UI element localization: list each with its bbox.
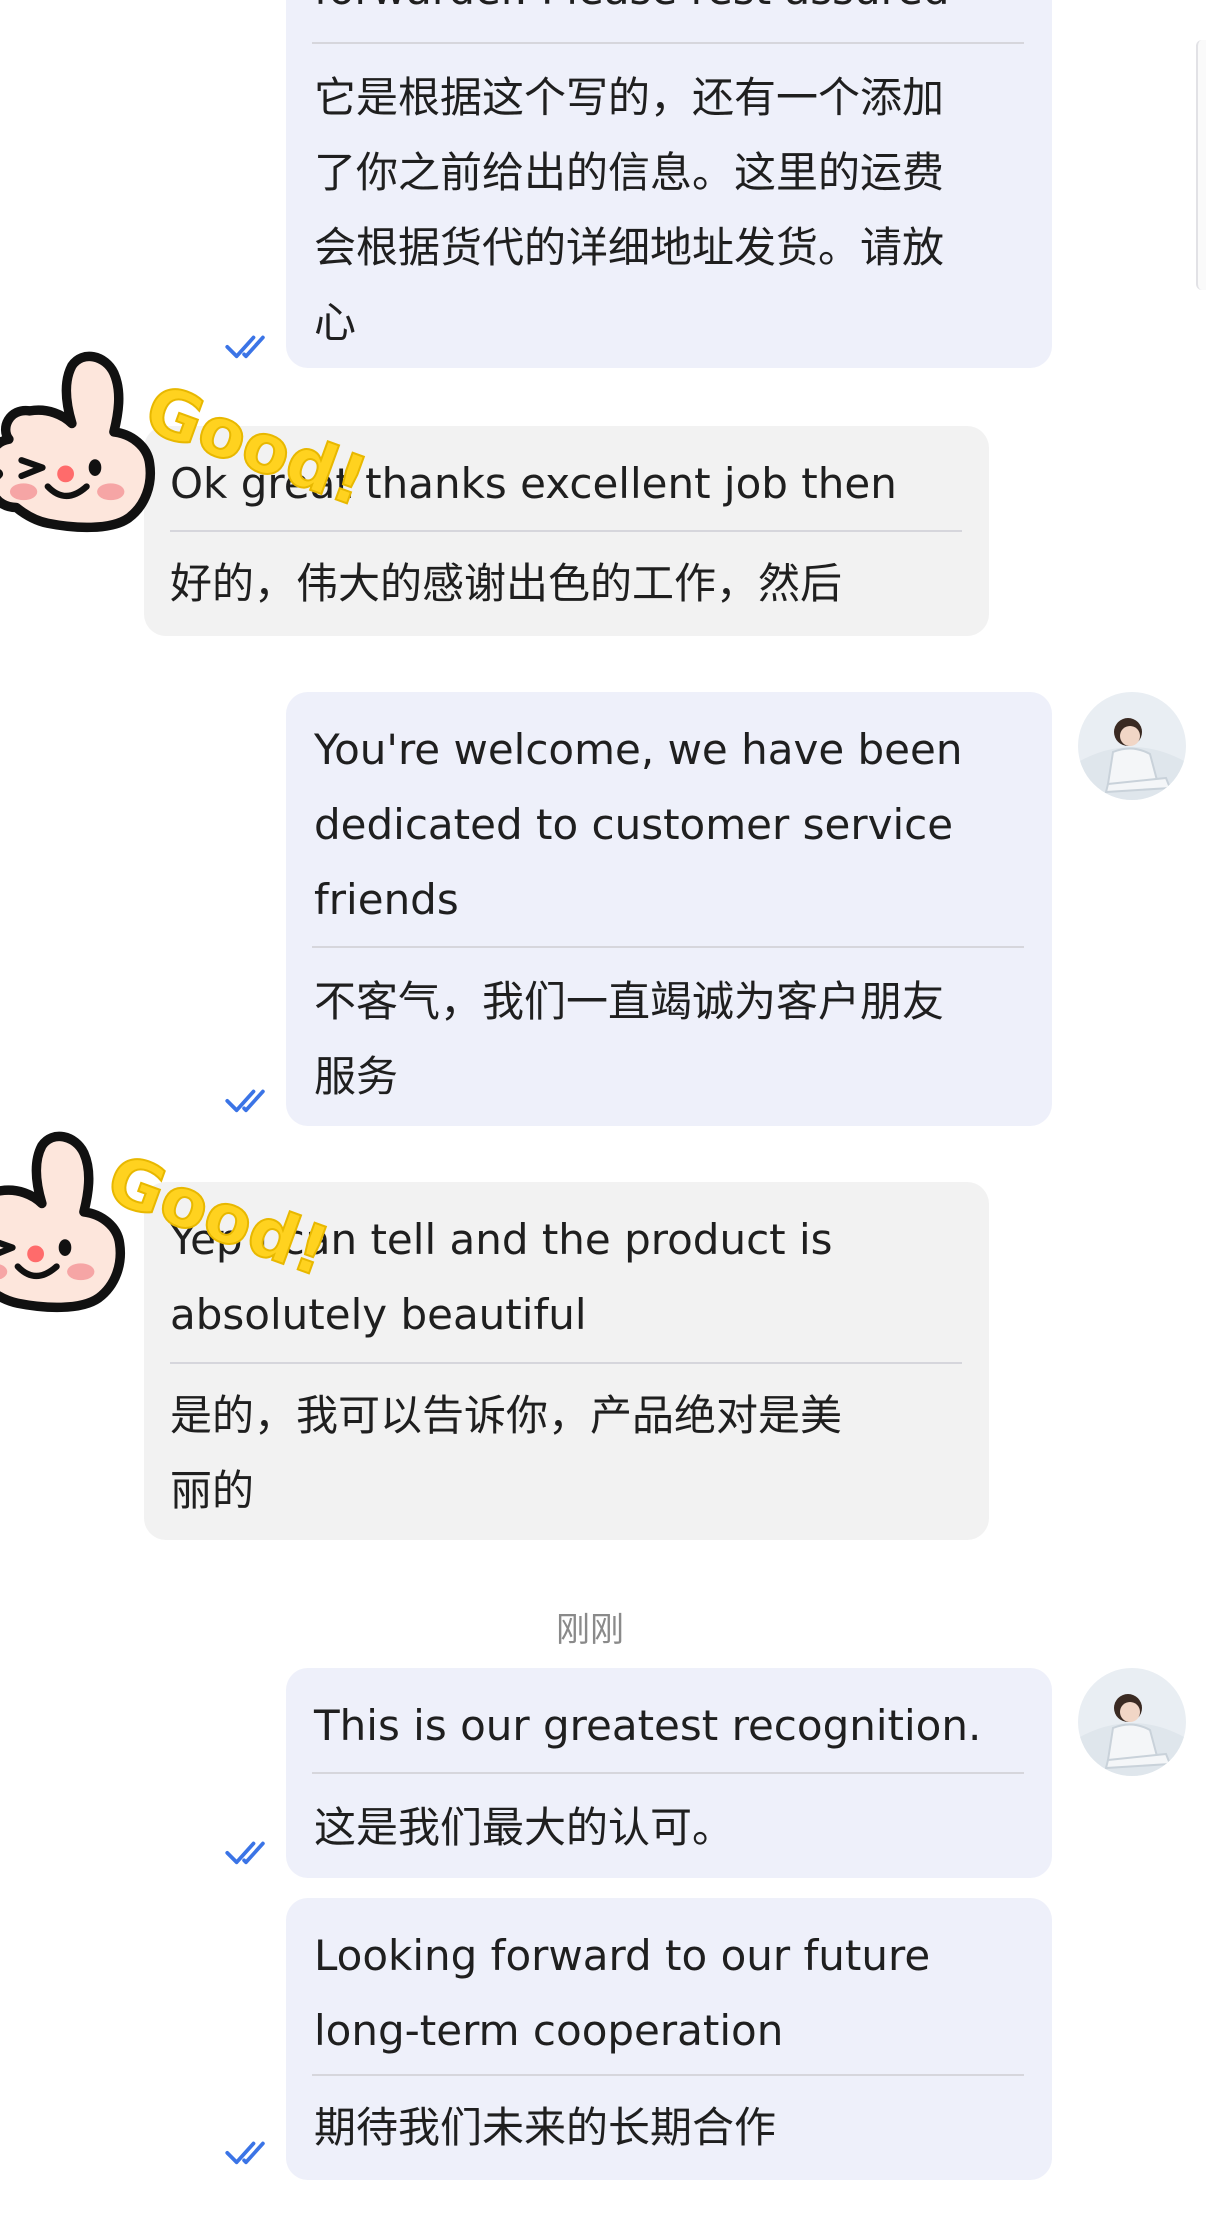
message-translation-line: 服务 [314,1052,399,1101]
message-translation-line: 好的，伟大的感谢出色的工作，然后 [170,559,843,608]
message-translation-line: 期待我们未来的长期合作 [314,2103,777,2152]
translation-divider [312,42,1024,44]
message-original-text: This is our greatest recognition. [314,1701,982,1750]
message-original-text: dedicated to customer service [314,800,954,849]
message-translation-line: 会根据货代的详细地址发货。请放 [314,223,945,272]
message-original-text: forwarder. Please rest assured [314,0,949,27]
double-check-icon [225,335,265,359]
double-check-icon [225,1841,265,1865]
message-translation-line: 这是我们最大的认可。 [314,1803,735,1852]
message-timestamp: 刚刚 [556,1610,624,1650]
message-translation-line: 它是根据这个写的，还有一个添加 [314,73,945,122]
translation-divider [170,530,962,532]
double-check-icon [225,2141,265,2165]
side-panel-edge [1196,40,1206,290]
message-original-text: friends [314,875,459,924]
message-translation-line: 丽的 [170,1466,255,1515]
message-translation-line: 是的，我可以告诉你，产品绝对是美 [170,1391,843,1440]
user-avatar-icon[interactable] [1078,1668,1186,1776]
translation-divider [170,1362,962,1364]
message-original-text: You're welcome, we have been [314,725,963,774]
user-avatar-icon[interactable] [1078,692,1186,800]
message-translation-line: 了你之前给出的信息。这里的运费 [314,148,945,197]
message-original-text: absolutely beautiful [170,1290,587,1339]
message-original-text: Looking forward to our future [314,1931,931,1980]
double-check-icon [225,1089,265,1113]
translation-divider [312,1772,1024,1774]
translation-divider [312,2074,1024,2076]
message-translation-line: 不客气，我们一直竭诚为客户朋友 [314,977,945,1026]
message-original-text: long-term cooperation [314,2006,784,2055]
translation-divider [312,946,1024,948]
message-translation-line: 心 [314,298,357,347]
